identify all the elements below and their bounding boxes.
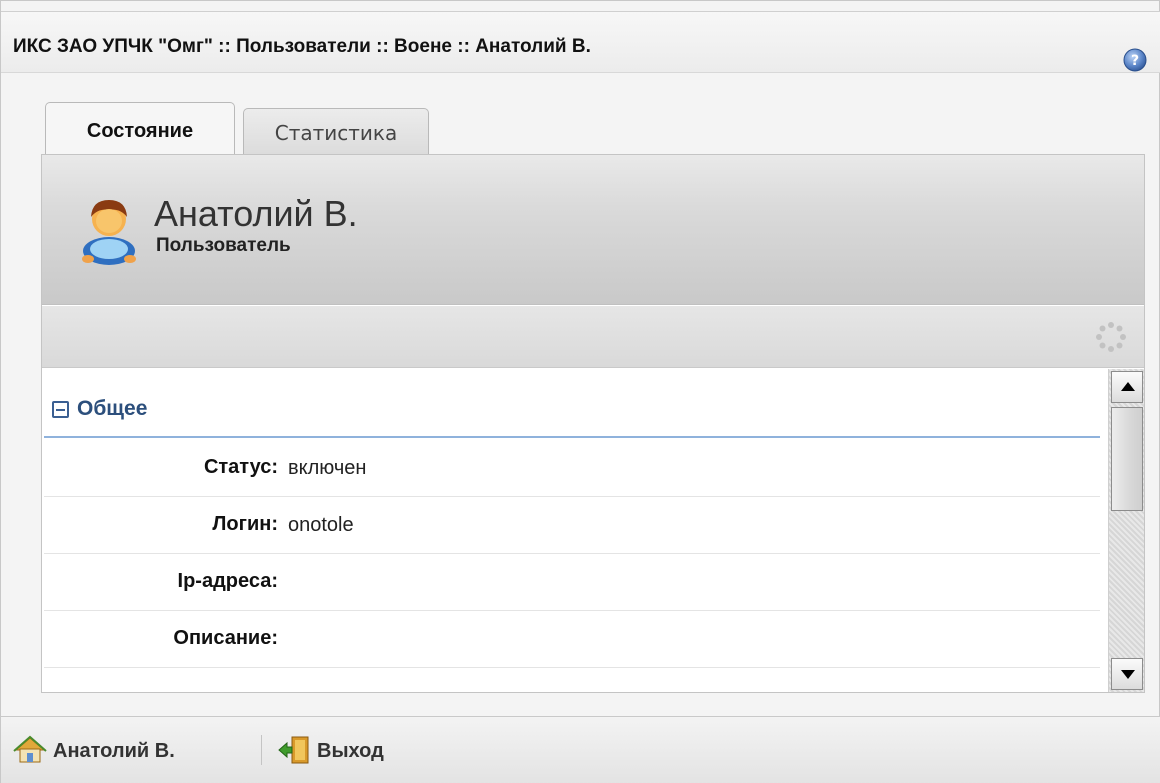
property-row-ip: Ip-адреса: bbox=[44, 554, 1100, 611]
property-value: включен bbox=[288, 457, 367, 479]
home-icon bbox=[13, 735, 47, 763]
vertical-scrollbar[interactable] bbox=[1108, 369, 1144, 692]
tab-state[interactable]: Состояние bbox=[45, 102, 235, 154]
help-icon[interactable]: ? bbox=[1123, 48, 1147, 72]
group-general-header[interactable]: Общее bbox=[44, 385, 1100, 438]
group-general-label: Общее bbox=[77, 397, 148, 420]
tab-panel: Анатолий В. Пользователь Общее Статус: в… bbox=[41, 154, 1145, 693]
title-bar: ИКС ЗАО УПЧК "Омг" :: Пользователи :: Во… bbox=[1, 11, 1160, 73]
footer-divider bbox=[261, 735, 262, 765]
footer-bar: Анатолий В. Выход bbox=[1, 716, 1160, 783]
property-label: Логин: bbox=[212, 513, 278, 535]
user-header: Анатолий В. Пользователь bbox=[42, 155, 1144, 305]
user-role: Пользователь bbox=[156, 235, 291, 256]
property-label: Описание: bbox=[173, 627, 278, 649]
panel-toolbar bbox=[42, 306, 1144, 368]
user-name: Анатолий В. bbox=[154, 193, 358, 234]
property-label: Статус: bbox=[203, 456, 278, 478]
logout-button[interactable]: Выход bbox=[277, 735, 437, 767]
arrow-down-icon bbox=[1121, 670, 1135, 679]
property-row-login: Логин: onotole bbox=[44, 497, 1100, 554]
property-label: Ip-адреса: bbox=[177, 570, 278, 592]
scroll-thumb[interactable] bbox=[1111, 407, 1143, 511]
scroll-down-button[interactable] bbox=[1111, 658, 1143, 690]
logout-label: Выход bbox=[317, 740, 384, 762]
properties-content: Общее Статус: включен Логин: onotole Ip-… bbox=[42, 369, 1106, 692]
user-avatar-icon bbox=[82, 200, 136, 265]
svg-text:?: ? bbox=[1131, 53, 1139, 69]
tab-statistics[interactable]: Статистика bbox=[243, 108, 429, 154]
exit-door-icon bbox=[278, 736, 309, 764]
loading-spinner-icon bbox=[1096, 322, 1126, 352]
scroll-up-button[interactable] bbox=[1111, 371, 1143, 403]
app-window: ИКС ЗАО УПЧК "Омг" :: Пользователи :: Во… bbox=[0, 0, 1160, 783]
window-title: ИКС ЗАО УПЧК "Омг" :: Пользователи :: Во… bbox=[13, 36, 591, 57]
footer-user-label: Анатолий В. bbox=[53, 740, 175, 762]
property-row-description: Описание: bbox=[44, 611, 1100, 668]
arrow-up-icon bbox=[1121, 382, 1135, 391]
property-row-status: Статус: включен bbox=[44, 440, 1100, 497]
property-value: onotole bbox=[288, 514, 354, 536]
footer-user-link[interactable]: Анатолий В. bbox=[13, 735, 253, 767]
collapse-icon[interactable] bbox=[52, 401, 69, 418]
